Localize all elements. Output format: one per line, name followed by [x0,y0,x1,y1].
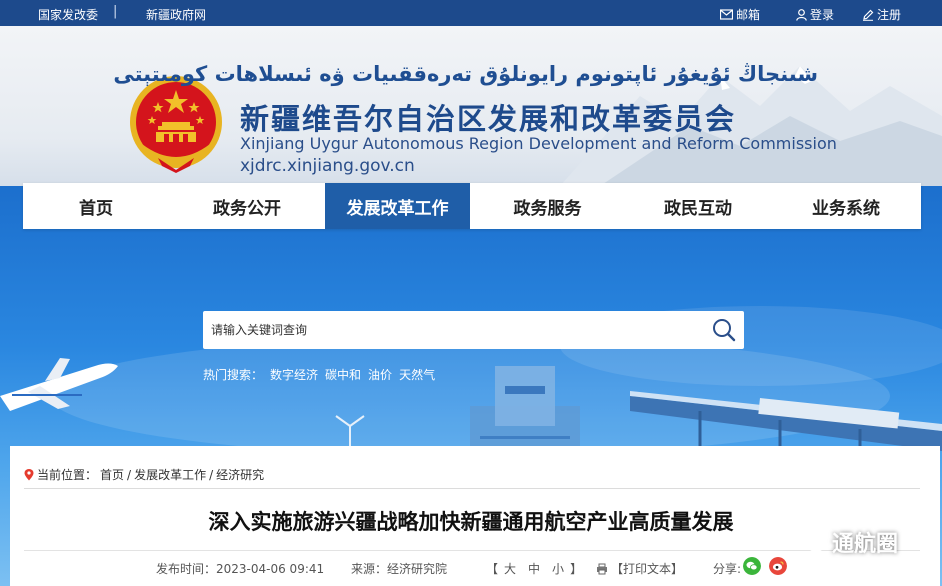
location-icon [24,468,34,480]
edit-icon [863,9,874,21]
login-label: 登录 [810,8,835,22]
mailbox-label: 邮箱 [736,8,761,22]
print-button[interactable]: 【打印文本】 [596,560,683,577]
print-icon [597,563,607,574]
title-divider [24,550,920,551]
header-chinese-name: 新疆维吾尔自治区发展和改革委员会 [240,102,737,136]
register-link[interactable]: 注册 [862,6,901,23]
article-source: 来源：经济研究院 [351,562,448,576]
breadcrumb-separator: / [209,467,214,482]
site-header: شىنجاڭ ئۇيغۇر ئاپتونوم رايونلۇق تەرەققىي… [0,26,942,186]
register-label: 注册 [877,8,902,22]
search-input[interactable] [203,311,693,349]
breadcrumb: 当前位置： 首页 / 发展改革工作 / 经济研究 [24,466,264,483]
font-size-bracket-open: 【 [486,562,499,576]
hot-searches: 热门搜索： 数字经济 碳中和 油价 天然气 [203,366,435,383]
breadcrumb-separator: / [127,467,132,482]
print-label: 【打印文本】 [611,562,684,576]
topbar-separator: | [113,4,118,19]
hot-keyword-natural-gas[interactable]: 天然气 [399,366,435,383]
link-xinjiang-gov[interactable]: 新疆政府网 [146,6,206,23]
font-size-switcher: 【大中小】 [486,560,582,577]
nav-government-services[interactable]: 政务服务 [470,183,625,229]
font-size-small[interactable]: 小 [552,562,564,576]
breadcrumb-divider [24,488,920,489]
font-size-large[interactable]: 大 [504,562,516,576]
mailbox-link[interactable]: 邮箱 [720,6,760,23]
login-link[interactable]: 登录 [796,6,834,23]
breadcrumb-development-reform-work[interactable]: 发展改革工作 [134,466,206,483]
wechat-icon[interactable] [743,557,761,575]
publish-time: 发布时间：2023-04-06 09:41 [156,562,325,576]
hot-searches-label: 热门搜索： [203,368,264,382]
header-domain: xjdrc.xinjiang.gov.cn [240,156,415,176]
header-uyghur-name: شىنجاڭ ئۇيغۇر ئاپتونوم رايونلۇق تەرەققىي… [113,62,818,86]
hot-keyword-digital-economy[interactable]: 数字经济 [270,366,318,383]
hot-keyword-oil-price[interactable]: 油价 [368,366,392,383]
link-ndrc[interactable]: 国家发改委 [38,6,98,23]
wechat-watermark-icon [798,531,825,552]
nav-home[interactable]: 首页 [23,183,169,229]
mail-icon [720,9,733,20]
breadcrumb-economic-research[interactable]: 经济研究 [216,466,264,483]
weibo-icon[interactable] [769,557,787,575]
watermark: 通航圈 [798,526,898,558]
hot-keyword-carbon-neutral[interactable]: 碳中和 [325,366,361,383]
search-box [203,311,744,349]
breadcrumb-home[interactable]: 首页 [100,466,124,483]
breadcrumb-label: 当前位置： [37,468,98,482]
nav-development-reform-work[interactable]: 发展改革工作 [325,183,470,229]
user-icon [796,8,807,21]
nav-public-interaction[interactable]: 政民互动 [625,183,771,229]
search-icon[interactable] [712,318,736,342]
watermark-text: 通航圈 [832,532,899,557]
font-size-medium[interactable]: 中 [528,562,540,576]
font-size-bracket-close: 】 [570,562,583,576]
nav-business-systems[interactable]: 业务系统 [771,183,921,229]
share-label: 分享: [713,562,742,576]
main-nav: 首页 政务公开 发展改革工作 政务服务 政民互动 业务系统 [23,183,921,229]
top-bar: 国家发改委 | 新疆政府网 邮箱 登录 注册 [0,0,942,26]
national-emblem-logo [130,76,222,173]
nav-government-affairs[interactable]: 政务公开 [169,183,325,229]
header-english-name: Xinjiang Uygur Autonomous Region Develop… [240,134,837,153]
